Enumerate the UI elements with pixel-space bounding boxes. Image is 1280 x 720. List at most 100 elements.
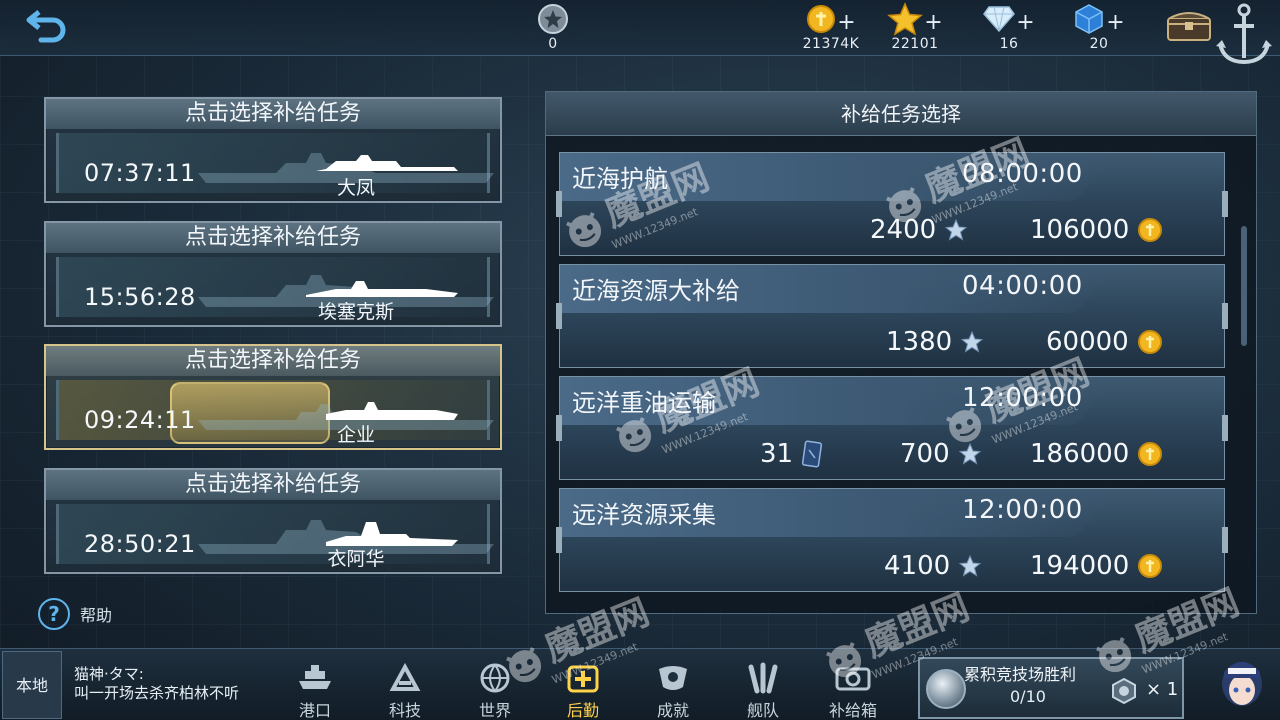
blue-cube-icon xyxy=(1075,4,1104,34)
top-bar: 0 + 21374K + 22101 + 16 + 20 xyxy=(0,0,1280,65)
nav-harbor[interactable]: 港口 xyxy=(280,661,350,720)
nav-label: 世界 xyxy=(478,701,511,720)
nav-tech[interactable]: 科技 xyxy=(370,661,440,720)
nav-world[interactable]: 世界 xyxy=(460,661,530,720)
gold-reward: 194000 xyxy=(1030,551,1163,581)
supply-mission-item[interactable]: 远洋资源采集 12:00:00 4100 194000 xyxy=(556,488,1228,592)
resource-medal-value: 0 xyxy=(548,36,558,52)
resource-medal[interactable]: 0 xyxy=(512,2,594,54)
nav-achievement[interactable]: 成就 xyxy=(638,661,708,720)
edge-notch xyxy=(556,303,562,329)
nav-supply-box[interactable]: 补给箱 xyxy=(818,661,888,720)
gold-reward-value: 60000 xyxy=(1046,327,1129,357)
task-slot-timer: 09:24:11 xyxy=(84,406,196,434)
supply-mission-panel: 补给任务选择 近海护航 08:00:00 2400 106000 近海资源大补给… xyxy=(545,91,1257,614)
nav-label: 科技 xyxy=(388,701,421,720)
star-reward-value: 700 xyxy=(900,439,950,469)
supply-mission-item[interactable]: 近海护航 08:00:00 2400 106000 xyxy=(556,152,1228,256)
resource-cube-plus[interactable]: + xyxy=(1106,12,1124,34)
task-slot-ship-name: 埃塞克斯 xyxy=(317,301,394,323)
gold-coin-icon xyxy=(1138,442,1163,466)
chat-channel-local-button[interactable]: 本地 xyxy=(2,651,62,719)
star-icon xyxy=(958,442,981,465)
nav-logistics[interactable]: 后勤 xyxy=(548,661,618,720)
card-reward: 31 xyxy=(760,439,823,469)
nav-fleet[interactable]: 舰队 xyxy=(728,661,798,720)
nav-label: 后勤 xyxy=(566,701,599,720)
edge-notch xyxy=(1222,415,1228,441)
resource-cube[interactable]: + 20 xyxy=(1058,2,1140,54)
resource-star-value: 22101 xyxy=(891,36,939,52)
task-slot-3[interactable]: 点击选择补给任务 09:24:11 企业 xyxy=(44,344,502,450)
resource-star-plus[interactable]: + xyxy=(924,12,942,34)
resource-gold-value: 21374K xyxy=(802,36,860,52)
mission-name: 近海护航 xyxy=(572,165,668,193)
mission-name: 远洋资源采集 xyxy=(572,501,716,529)
back-arrow-icon xyxy=(26,10,66,43)
arena-victory-reward[interactable]: 累积竞技场胜利 0/10 × 1 xyxy=(918,657,1184,719)
arena-count: × 1 xyxy=(1146,679,1179,700)
gold-reward-value: 194000 xyxy=(1030,551,1130,581)
gold-reward-value: 186000 xyxy=(1030,439,1130,469)
task-slot-title: 点击选择补给任务 xyxy=(46,99,500,129)
panel-title: 补给任务选择 xyxy=(546,92,1256,136)
tech-icon xyxy=(389,662,421,691)
back-button[interactable] xyxy=(22,6,72,46)
task-slot-timer: 07:37:11 xyxy=(84,159,196,187)
star-reward-value: 4100 xyxy=(884,551,951,581)
chat-preview[interactable]: 猫神·タマ: 叫一开场去杀齐柏林不听 xyxy=(74,665,264,703)
gold-reward: 186000 xyxy=(1030,439,1163,469)
task-slot-timer: 28:50:21 xyxy=(84,530,196,558)
star-icon xyxy=(960,330,984,353)
panel-scrollbar[interactable] xyxy=(1241,226,1247,346)
resource-gold-plus[interactable]: + xyxy=(837,12,855,34)
anchor-icon[interactable] xyxy=(1214,0,1274,70)
resource-diamond[interactable]: + 16 xyxy=(968,2,1050,54)
task-slot-2[interactable]: 点击选择补给任务 15:56:28 埃塞克斯 xyxy=(44,221,502,327)
supply-mission-item[interactable]: 远洋重油运输 12:00:00 31 700 186000 xyxy=(556,376,1228,480)
resource-gold[interactable]: + 21374K xyxy=(790,2,872,54)
gold-coin-icon xyxy=(1137,330,1162,354)
edge-notch xyxy=(1222,191,1228,217)
nav-label: 舰队 xyxy=(746,701,779,720)
task-slot-4[interactable]: 点击选择补给任务 28:50:21 衣阿华 xyxy=(44,468,502,574)
blueprint-card-icon xyxy=(802,440,823,468)
gold-coin-icon xyxy=(1138,554,1163,578)
gold-reward: 106000 xyxy=(1030,215,1163,245)
gold-coin-icon xyxy=(807,5,836,33)
edge-notch xyxy=(1222,303,1228,329)
logistics-icon xyxy=(567,665,599,693)
edge-notch xyxy=(556,191,562,217)
task-slot-timer: 15:56:28 xyxy=(84,283,196,311)
star-reward-value: 1380 xyxy=(886,327,953,357)
task-slot-title: 点击选择补给任务 xyxy=(46,346,500,376)
chest-icon[interactable] xyxy=(1166,10,1212,42)
mission-duration: 12:00:00 xyxy=(962,495,1083,525)
star-reward: 700 xyxy=(900,439,982,469)
help-label: 帮助 xyxy=(80,606,113,625)
star-reward-value: 2400 xyxy=(870,215,937,245)
gold-reward: 60000 xyxy=(1046,327,1163,357)
resource-diamond-value: 16 xyxy=(999,36,1019,52)
resource-cube-value: 20 xyxy=(1089,36,1109,52)
help-button[interactable]: ? 帮助 xyxy=(38,598,112,630)
character-avatar[interactable] xyxy=(1208,648,1276,720)
edge-notch xyxy=(1222,527,1228,553)
nav-label: 港口 xyxy=(298,701,331,720)
world-icon xyxy=(480,663,510,693)
character-avatar-icon xyxy=(1222,662,1262,706)
edge-notch xyxy=(556,527,562,553)
mission-name: 远洋重油运输 xyxy=(572,389,716,417)
fleet-icon xyxy=(748,662,778,694)
task-slot-ship-name: 企业 xyxy=(336,424,375,446)
mission-duration: 12:00:00 xyxy=(962,383,1083,413)
resource-star[interactable]: + 22101 xyxy=(874,2,956,54)
supply-box-icon xyxy=(835,667,871,691)
task-slot-ship-name: 大凤 xyxy=(336,177,375,199)
supply-mission-item[interactable]: 近海资源大补给 04:00:00 1380 60000 xyxy=(556,264,1228,368)
card-reward-value: 31 xyxy=(760,439,794,469)
nav-label: 成就 xyxy=(656,701,689,720)
star-icon xyxy=(958,554,982,577)
task-slot-1[interactable]: 点击选择补给任务 07:37:11 大凤 xyxy=(44,97,502,203)
resource-diamond-plus[interactable]: + xyxy=(1016,12,1034,34)
